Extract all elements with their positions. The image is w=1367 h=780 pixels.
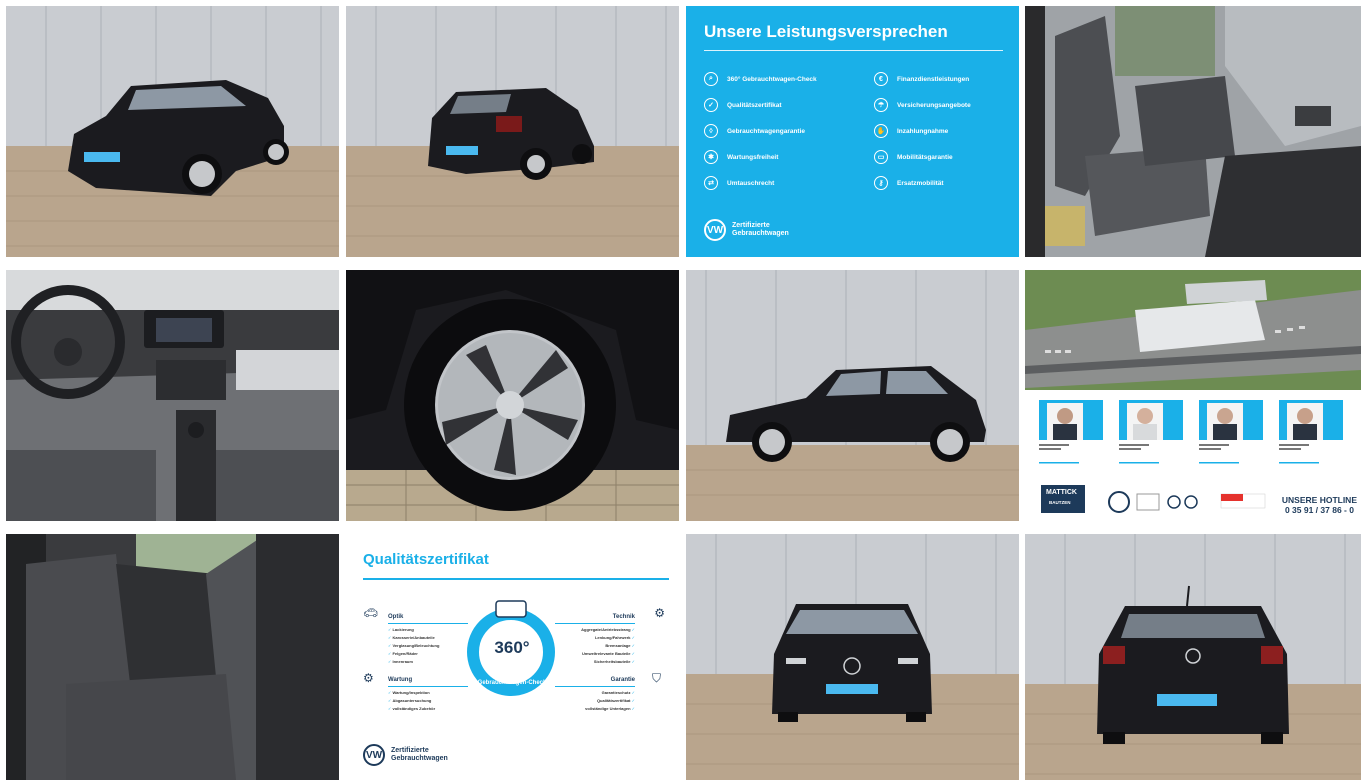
vw-logo-icon: VW (704, 219, 726, 241)
dealer-hotline: UNSERE HOTLINE 0 35 91 / 37 86 - 0 (1281, 495, 1357, 515)
car-icon: ▭ (874, 150, 888, 164)
car-rear-image (1025, 534, 1361, 780)
technik-gear-icon: ⚙ (654, 606, 665, 620)
promise-replacement-mobility: ⚷ Ersatzmobilität (874, 176, 944, 190)
quality-certificate-card[interactable]: Qualitätszertifikat 360° Gebrauchtwagen-… (346, 534, 679, 780)
gallery-photo-front[interactable] (686, 534, 1019, 780)
promise-mobility-guarantee: ▭ Mobilitätsgarantie (874, 150, 953, 164)
certified-used-cars-brand: VW Zertifizierte Gebrauchtwagen (704, 219, 789, 241)
gallery-photo-dashboard[interactable] (6, 270, 339, 521)
badge-text: Gebrauchtwagen-Check (477, 680, 547, 686)
section-wartung-divider (388, 686, 468, 687)
section-wartung-list: ✓ Wartung/Inspektion ✓ Abgasuntersuchung… (388, 690, 436, 711)
title-divider (704, 50, 1003, 51)
section-optik-divider (388, 623, 468, 624)
section-wartung-title: Wartung (388, 677, 413, 683)
gallery-photo-side-profile[interactable] (686, 270, 1019, 521)
section-optik-list: ✓ Lackierung ✓ Karosserie/Anbauteile ✓ V… (388, 627, 440, 664)
vw-logo-icon: VW (363, 744, 385, 766)
search-icon: ⌕ (704, 72, 718, 86)
optik-car-icon: 🚗︎ (363, 606, 379, 620)
service-promises-card[interactable]: Unsere Leistungsversprechen ⌕ 360° Gebrau… (686, 6, 1019, 257)
rear-seats-image (6, 534, 339, 780)
promise-trade-in: ✋ Inzahlungnahme (874, 124, 948, 138)
gallery-photo-dealership[interactable]: MATTICK BAUTZEN UNSERE HOTLINE 0 35 91 /… (1025, 270, 1361, 521)
dashboard-image (6, 270, 339, 521)
certificate-icon: ✓ (704, 98, 718, 112)
promise-warranty: ◊ Gebrauchtwagengarantie (704, 124, 805, 138)
wheel-image (346, 270, 679, 521)
wartung-car-icon: ⚙ (363, 671, 374, 685)
certified-used-cars-brand: VW Zertifizierte Gebrauchtwagen (363, 744, 448, 766)
section-technik-list: Aggregate/Antriebsstrang ✓ Lenkung/Fahrw… (581, 627, 635, 664)
side-profile-image (686, 270, 1019, 521)
service-promises-title: Unsere Leistungsversprechen (704, 22, 948, 41)
shield-icon: ◊ (704, 124, 718, 138)
hand-car-icon: ✋ (874, 124, 888, 138)
section-garantie-divider (555, 686, 635, 687)
promise-360-check: ⌕ 360° Gebrauchtwagen-Check (704, 72, 817, 86)
gallery-photo-rear-seats[interactable] (6, 534, 339, 780)
promise-financial-services: € Finanzdienstleistungen (874, 72, 969, 86)
car-front-image (686, 534, 1019, 780)
gallery-photo-front-interior[interactable] (1025, 6, 1361, 257)
front-interior-image (1025, 6, 1361, 257)
garantie-shield-icon: ⛉ (651, 671, 661, 685)
key-icon: ⚷ (874, 176, 888, 190)
wrench-icon: ✱ (704, 150, 718, 164)
car-front-left-image (6, 6, 339, 257)
promise-insurance: ☂ Versicherungsangebote (874, 98, 971, 112)
promise-exchange-right: ⇄ Umtauschrecht (704, 176, 774, 190)
car-swap-icon: ⇄ (704, 176, 718, 190)
gallery-photo-rear-left[interactable] (346, 6, 679, 257)
dealership-aerial-image (1025, 270, 1361, 521)
money-icon: € (874, 72, 888, 86)
dealer-logo: MATTICK (1046, 489, 1077, 496)
photo-gallery: Unsere Leistungsversprechen ⌕ 360° Gebrau… (0, 0, 1367, 780)
section-garantie-list: Garantieschutz ✓ Qualitätszertifikat ✓ v… (585, 690, 635, 711)
section-garantie-title: Garantie (610, 677, 635, 683)
section-technik-title: Technik (612, 614, 635, 620)
badge-number: 360° (494, 638, 530, 657)
gallery-photo-wheel[interactable] (346, 270, 679, 521)
gallery-photo-rear[interactable] (1025, 534, 1361, 780)
umbrella-icon: ☂ (874, 98, 888, 112)
promise-quality-certificate: ✓ Qualitätszertifikat (704, 98, 782, 112)
car-rear-left-image (346, 6, 679, 257)
section-optik-title: Optik (388, 614, 404, 620)
section-technik-divider (555, 623, 635, 624)
promise-maintenance-free: ✱ Wartungsfreiheit (704, 150, 778, 164)
gallery-photo-front-left[interactable] (6, 6, 339, 257)
dealer-city: BAUTZEN (1049, 500, 1071, 505)
